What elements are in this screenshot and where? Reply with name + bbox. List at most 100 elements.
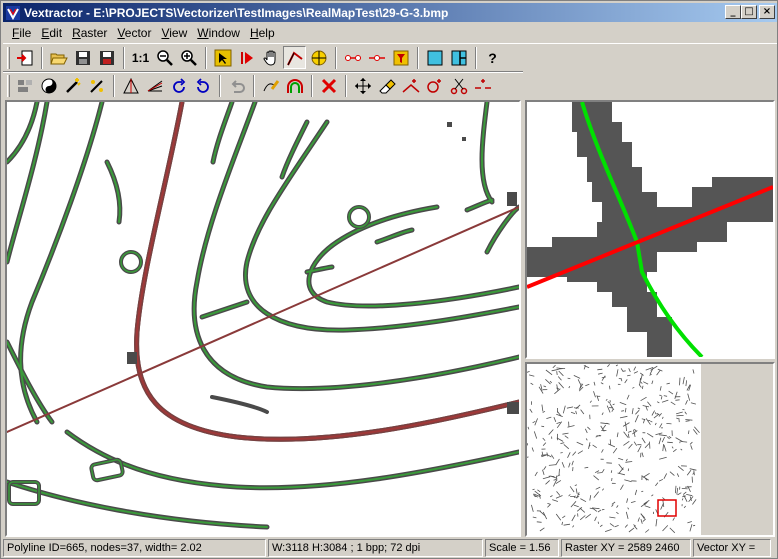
overview-stroke — [611, 501, 616, 505]
overview-stroke — [685, 419, 693, 421]
zoom-in-button[interactable] — [177, 46, 200, 69]
overview-stroke — [597, 521, 599, 524]
overview-stroke — [642, 518, 646, 522]
magic-wand-button[interactable] — [61, 74, 84, 97]
pan-button[interactable] — [259, 46, 282, 69]
single-pane-icon — [427, 50, 442, 65]
overview-stroke — [645, 529, 650, 533]
overview-stroke — [597, 509, 602, 513]
raster-layer-button[interactable] — [13, 74, 36, 97]
overview-stroke — [630, 501, 636, 503]
overview-stroke — [626, 498, 629, 503]
save-as-button[interactable] — [95, 46, 118, 69]
overview-stroke — [671, 446, 674, 449]
delete-button[interactable] — [317, 74, 340, 97]
menu-edit[interactable]: Edit — [36, 26, 67, 40]
overview-stroke — [548, 464, 557, 466]
import-button[interactable] — [13, 46, 36, 69]
zoom-detail-view[interactable] — [525, 100, 775, 359]
menu-file[interactable]: File — [7, 26, 36, 40]
overview-stroke — [567, 377, 571, 380]
split-node-button[interactable] — [471, 74, 494, 97]
overview-stroke — [645, 406, 648, 411]
menu-view[interactable]: View — [156, 26, 192, 40]
overview-stroke — [542, 442, 547, 446]
move-button[interactable] — [351, 74, 374, 97]
add-circle-node-button[interactable] — [423, 74, 446, 97]
zoom-canvas[interactable] — [527, 102, 773, 357]
menu-window[interactable]: Window — [192, 26, 245, 40]
overview-stroke — [618, 457, 624, 461]
minimize-button[interactable]: _ — [725, 5, 741, 19]
overview-stroke — [598, 372, 603, 375]
overview-stroke — [650, 420, 653, 423]
overview-stroke — [605, 398, 608, 401]
overview-stroke — [555, 458, 560, 466]
overview-stroke — [563, 444, 570, 450]
overview-canvas[interactable] — [527, 364, 701, 535]
rotate-cw-icon — [196, 77, 209, 93]
overview-stroke — [527, 456, 529, 458]
split-view-button[interactable] — [447, 46, 470, 69]
toolbar-grip[interactable] — [7, 74, 10, 97]
crosshair-button[interactable] — [307, 46, 330, 69]
overview-stroke — [612, 447, 618, 454]
map-canvas[interactable] — [7, 102, 519, 535]
invert-button[interactable] — [37, 74, 60, 97]
save-button[interactable] — [71, 46, 94, 69]
draw-polyline-button[interactable] — [283, 46, 306, 69]
magic-wand-percent-button[interactable] — [85, 74, 108, 97]
menu-vector[interactable]: Vector — [112, 26, 156, 40]
cut-button[interactable] — [447, 74, 470, 97]
overview-stroke — [639, 377, 641, 386]
open-button[interactable] — [47, 46, 70, 69]
fan-button[interactable] — [143, 74, 166, 97]
triangulate-button[interactable] — [119, 74, 142, 97]
overview-stroke — [568, 462, 571, 468]
open-folder-icon — [49, 53, 68, 64]
single-view-button[interactable] — [423, 46, 446, 69]
overview-stroke — [666, 423, 672, 425]
main-map-view[interactable] — [5, 100, 521, 537]
overview-stroke — [587, 426, 591, 430]
overview-stroke — [560, 452, 563, 454]
overview-stroke — [675, 399, 680, 401]
rotate-cw-button[interactable] — [191, 74, 214, 97]
zoom-1to1-button[interactable]: 1:1 — [129, 46, 152, 69]
menu-raster[interactable]: Raster — [67, 26, 112, 40]
rotate-ccw-button[interactable] — [167, 74, 190, 97]
segment-icon — [368, 54, 385, 61]
overview-stroke — [653, 413, 660, 419]
eraser-button[interactable] — [375, 74, 398, 97]
overview-stroke — [623, 431, 629, 438]
funnel-icon — [393, 50, 408, 65]
undo-button[interactable] — [225, 74, 248, 97]
overview-map[interactable] — [527, 364, 701, 535]
overview-stroke — [672, 517, 675, 521]
menu-help[interactable]: Help — [245, 26, 280, 40]
overview-stroke — [563, 523, 571, 526]
help-button[interactable]: ? — [481, 46, 504, 69]
overview-stroke — [662, 525, 669, 532]
overview-stroke — [556, 371, 558, 376]
play-button[interactable] — [235, 46, 258, 69]
filter-button[interactable] — [389, 46, 412, 69]
overview-stroke — [659, 456, 667, 460]
select-tool-button[interactable] — [211, 46, 234, 69]
overview-stroke — [616, 511, 619, 515]
zoom-out-button[interactable] — [153, 46, 176, 69]
segment-button[interactable] — [365, 46, 388, 69]
overview-stroke — [561, 521, 563, 526]
title-bar[interactable]: Vextractor - E:\PROJECTS\Vectorizer\Test… — [3, 3, 777, 22]
close-button[interactable]: × — [759, 5, 775, 19]
toolbar-grip[interactable] — [7, 46, 10, 69]
add-node-button[interactable] — [399, 74, 422, 97]
menu-vector-label: ector — [124, 25, 152, 40]
overview-panel[interactable] — [525, 362, 775, 537]
contour-button[interactable] — [283, 74, 306, 97]
node-line-button[interactable] — [341, 46, 364, 69]
edit-vector-button[interactable] — [259, 74, 282, 97]
maximize-button[interactable]: □ — [741, 5, 757, 19]
application-window: Vextractor - E:\PROJECTS\Vectorizer\Test… — [0, 0, 778, 559]
menu-edit-label: dit — [49, 25, 63, 40]
